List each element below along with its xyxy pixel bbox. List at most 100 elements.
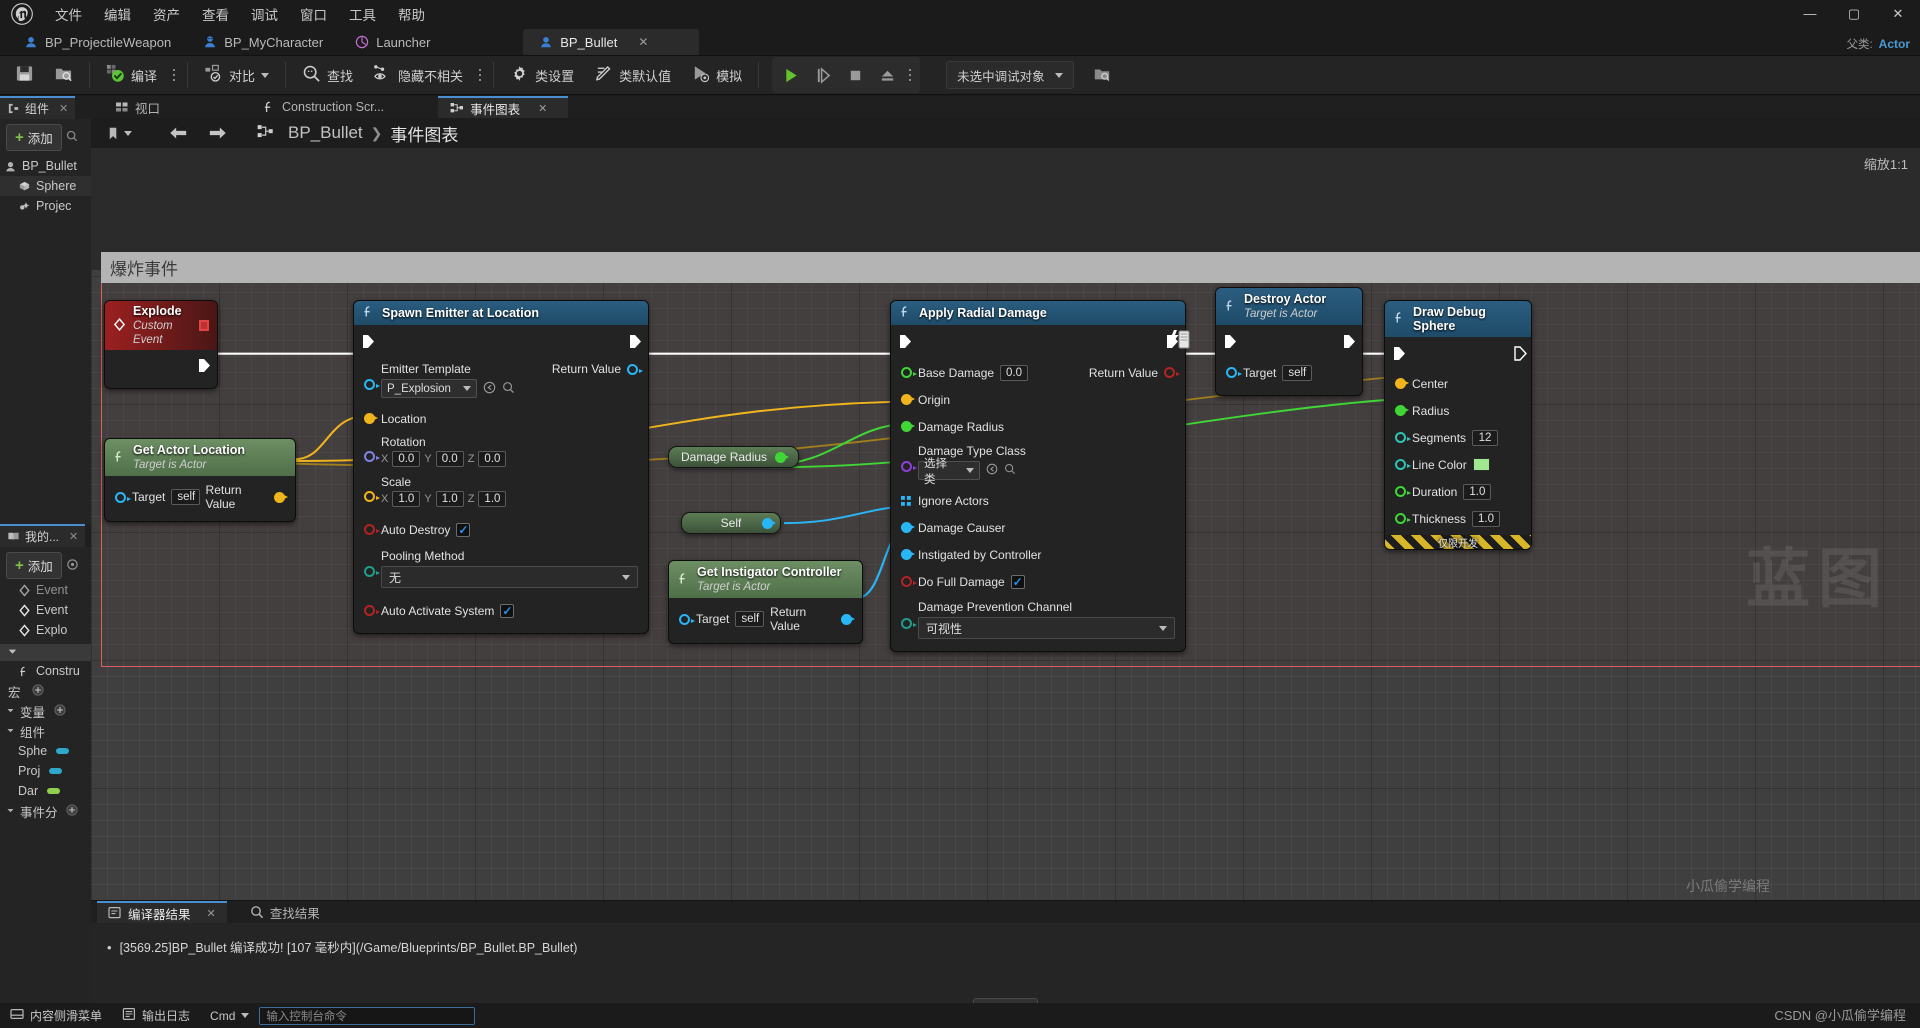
use-selected-asset-icon[interactable]: [986, 463, 998, 478]
parent-class-value[interactable]: Actor: [1879, 37, 1910, 51]
return-value-pin[interactable]: [1164, 367, 1180, 378]
tab-compiler-results[interactable]: 编译器结果 ✕: [97, 901, 227, 923]
emitter-template-select[interactable]: P_Explosion: [381, 379, 477, 398]
do-full-damage-pin[interactable]: [901, 576, 917, 587]
debug-object-select[interactable]: 未选中调试对象: [946, 61, 1074, 89]
asset-tab-bp-bullet[interactable]: BP_Bullet ✕: [523, 29, 700, 55]
damage-radius-pin[interactable]: [901, 421, 915, 432]
line-color-swatch[interactable]: [1472, 458, 1490, 471]
rotation-x-input[interactable]: 0.0: [392, 451, 421, 467]
scale-y-input[interactable]: 1.0: [435, 491, 464, 507]
menu-debug[interactable]: 调试: [240, 1, 289, 27]
tab-event-graph[interactable]: 事件图表 ✕: [438, 96, 569, 118]
maximize-button[interactable]: ▢: [1832, 0, 1876, 27]
auto-destroy-checkbox[interactable]: ✓: [456, 522, 471, 537]
menu-edit[interactable]: 编辑: [93, 1, 142, 27]
close-icon[interactable]: ✕: [59, 102, 68, 115]
browse-asset-icon[interactable]: [1004, 463, 1016, 478]
debug-browse-button[interactable]: [1084, 59, 1120, 91]
add-macro-icon[interactable]: [31, 683, 44, 699]
target-input-pin[interactable]: [679, 613, 695, 625]
auto-activate-pin[interactable]: [364, 605, 380, 616]
asset-tab-launcher[interactable]: Launcher: [339, 29, 459, 55]
cmd-dropdown[interactable]: Cmd: [200, 1003, 259, 1028]
class-settings-button[interactable]: 类设置: [501, 59, 583, 91]
center-pin[interactable]: [1395, 378, 1409, 389]
damage-prevention-channel-select[interactable]: 可视性: [918, 617, 1175, 639]
tab-my-blueprint[interactable]: 我的... ✕: [0, 524, 86, 547]
find-button[interactable]: 查找: [293, 59, 362, 91]
segments-pin[interactable]: [1395, 432, 1411, 443]
add-variable-icon[interactable]: [54, 703, 66, 719]
variable-projectile[interactable]: Proj: [0, 761, 91, 781]
pooling-method-select[interactable]: 无: [381, 566, 638, 588]
do-full-damage-checkbox[interactable]: ✓: [1010, 574, 1025, 589]
diff-button[interactable]: 对比: [195, 59, 278, 91]
close-icon[interactable]: ✕: [638, 35, 648, 49]
section-event-dispatchers[interactable]: 事件分: [0, 801, 91, 821]
line-color-pin[interactable]: [1395, 459, 1411, 470]
menu-window[interactable]: 窗口: [289, 1, 338, 27]
node-apply-radial-damage[interactable]: Apply Radial Damage Base Damage 0.0 Retu…: [890, 300, 1186, 652]
origin-pin[interactable]: [901, 394, 915, 405]
tab-construction-script[interactable]: Construction Scr...: [250, 96, 396, 118]
emitter-template-pin[interactable]: [364, 379, 380, 390]
exec-out-pin[interactable]: [629, 334, 642, 352]
target-input-pin[interactable]: [115, 491, 131, 503]
auto-destroy-pin[interactable]: [364, 524, 380, 535]
components-search-icon[interactable]: [66, 130, 78, 145]
add-blueprint-item-button[interactable]: + 添加: [6, 552, 62, 579]
node-get-instigator-controller[interactable]: Get Instigator Controller Target is Acto…: [668, 560, 863, 644]
exec-out-pin[interactable]: [1343, 334, 1356, 352]
close-icon[interactable]: ✕: [69, 530, 78, 543]
section-collapse-header[interactable]: [0, 644, 91, 661]
step-button[interactable]: [808, 61, 838, 89]
close-icon[interactable]: ✕: [207, 907, 216, 920]
scale-z-input[interactable]: 1.0: [478, 491, 507, 507]
damage-prevention-channel-pin[interactable]: [901, 618, 917, 629]
event-delegate-pin[interactable]: [199, 320, 209, 332]
bookmark-button[interactable]: [101, 124, 137, 143]
simulate-button[interactable]: 模拟: [682, 59, 751, 91]
radius-pin[interactable]: [1395, 405, 1409, 416]
exec-in-pin[interactable]: [899, 334, 912, 352]
thickness-pin[interactable]: [1395, 513, 1411, 524]
target-value[interactable]: self: [735, 611, 765, 627]
minimize-button[interactable]: —: [1788, 0, 1832, 27]
graph-item-explode[interactable]: Explo: [0, 620, 91, 640]
menu-assets[interactable]: 资产: [142, 1, 191, 27]
return-value-pin[interactable]: [627, 363, 643, 375]
node-draw-debug-sphere[interactable]: Draw Debug Sphere Center Radius Segments…: [1384, 300, 1532, 550]
return-value-pin[interactable]: [841, 613, 855, 625]
instigated-by-controller-pin[interactable]: [901, 549, 915, 560]
variable-damage[interactable]: Dar: [0, 781, 91, 801]
node-explode[interactable]: Explode Custom Event: [104, 300, 218, 390]
content-drawer-button[interactable]: 内容侧滑菜单: [0, 1003, 112, 1028]
scale-x-input[interactable]: 1.0: [392, 491, 421, 507]
rotation-pin[interactable]: [364, 451, 380, 462]
exec-in-pin[interactable]: [362, 334, 375, 352]
thickness-input[interactable]: 1.0: [1472, 510, 1501, 527]
unreal-logo-icon[interactable]: [0, 0, 44, 27]
add-event-dispatcher-icon[interactable]: [65, 803, 78, 819]
add-component-button[interactable]: + 添加: [6, 124, 62, 151]
damage-causer-pin[interactable]: [901, 522, 915, 533]
close-icon[interactable]: ✕: [538, 102, 547, 115]
self-output-pin[interactable]: [762, 517, 776, 529]
variable-sphere[interactable]: Sphe: [0, 741, 91, 761]
menu-tools[interactable]: 工具: [338, 1, 387, 27]
pooling-method-pin[interactable]: [364, 566, 380, 577]
exec-in-pin[interactable]: [1393, 346, 1406, 364]
menu-file[interactable]: 文件: [44, 1, 93, 27]
segments-input[interactable]: 12: [1472, 429, 1499, 446]
target-input-pin[interactable]: [1226, 367, 1242, 378]
duration-input[interactable]: 1.0: [1463, 483, 1492, 500]
menu-view[interactable]: 查看: [191, 1, 240, 27]
exec-out-pin[interactable]: [1514, 346, 1527, 364]
breadcrumb-root[interactable]: BP_Bullet: [288, 123, 363, 143]
hide-unrelated-button[interactable]: 隐藏不相关: [364, 59, 472, 91]
play-options-button[interactable]: [904, 59, 916, 91]
browse-button[interactable]: [45, 59, 82, 91]
node-destroy-actor[interactable]: Destroy Actor Target is Actor Target sel…: [1215, 287, 1363, 396]
section-construction-script[interactable]: Constru: [0, 661, 91, 681]
